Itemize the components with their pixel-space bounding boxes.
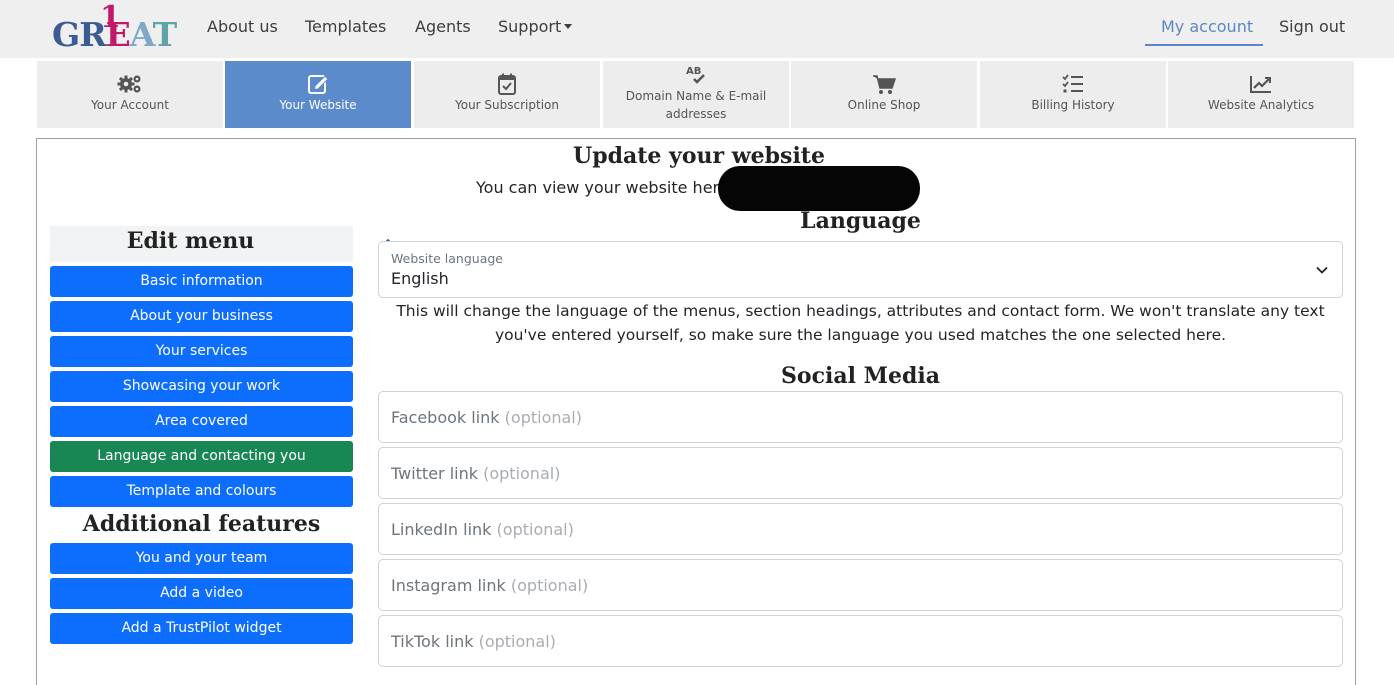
menu-language-contacting[interactable]: Language and contacting you [50,441,353,472]
edit-menu-header[interactable]: Edit menu [50,226,396,262]
tab-online-shop[interactable]: Online Shop [791,61,977,128]
additional-features-title: Additional features [82,511,321,537]
nav-templates[interactable]: Templates [305,17,386,36]
gears-icon [117,75,141,93]
field-placeholder: TikTok link (optional) [391,632,556,651]
tab-website-analytics[interactable]: Website Analytics [1168,61,1354,128]
tab-label: Your Account [91,98,169,112]
tab-label: Online Shop [847,98,921,112]
nav-my-account-label: My account [1161,17,1254,36]
menu-area-covered[interactable]: Area covered [50,406,353,437]
brand-logo[interactable]: GREAT 1 [50,0,177,55]
nav-agents[interactable]: Agents [415,17,471,36]
tab-your-website[interactable]: Your Website [225,61,411,128]
menu-add-trustpilot[interactable]: Add a TrustPilot widget [50,613,353,644]
website-language-select[interactable]: Website language English [378,241,1343,298]
spell-check-icon: AB [686,66,705,84]
chevron-down-icon [1316,266,1328,274]
nav-my-account[interactable]: My account [1145,0,1263,46]
tab-domain-email[interactable]: AB Domain Name & E-mail addresses [603,61,789,128]
top-navbar: GREAT 1 About us Templates Agents Suppor… [0,0,1394,58]
tab-label: Your Website [279,98,357,112]
tiktok-link-input[interactable]: TikTok link (optional) [378,615,1343,667]
nav-support-label: Support [498,17,562,36]
field-placeholder: LinkedIn link (optional) [391,520,574,539]
nav-support[interactable]: Support [498,17,573,36]
tab-your-account[interactable]: Your Account [37,61,223,128]
edit-menu-title: Edit menu [126,228,255,254]
account-tabs: Your Account Your Website Your Subscript… [37,61,1355,128]
language-note: This will change the language of the men… [396,302,1325,344]
tab-your-subscription[interactable]: Your Subscription [414,61,600,128]
menu-showcasing-your-work[interactable]: Showcasing your work [50,371,353,402]
menu-basic-information[interactable]: Basic information [50,266,353,297]
edit-icon [308,75,329,94]
social-media-section-title: Social Media [781,363,940,389]
language-section-title: Language [800,208,921,234]
tab-label: Website Analytics [1207,98,1315,112]
facebook-link-input[interactable]: Facebook link (optional) [378,391,1343,443]
menu-you-and-your-team[interactable]: You and your team [50,543,353,574]
view-website-text: You can view your website here: [476,178,734,197]
menu-your-services[interactable]: Your services [50,336,353,367]
language-selected-value: English [391,269,449,288]
tab-label: Billing History [1031,98,1115,112]
field-placeholder: Facebook link (optional) [391,408,582,427]
cart-icon [873,75,897,94]
tab-label: Domain Name & E-mail addresses [625,89,767,121]
menu-add-video[interactable]: Add a video [50,578,353,609]
field-placeholder: Twitter link (optional) [391,464,561,483]
redacted-website-link [718,166,920,211]
page-title: Update your website [573,143,825,169]
logo-numeral: 1 [100,0,121,35]
tab-billing-history[interactable]: Billing History [980,61,1166,128]
nav-about-us[interactable]: About us [207,17,278,36]
menu-about-your-business[interactable]: About your business [50,301,353,332]
svg-text:AB: AB [686,66,701,77]
linkedin-link-input[interactable]: LinkedIn link (optional) [378,503,1343,555]
chart-line-icon [1250,76,1271,93]
nav-sign-out[interactable]: Sign out [1279,17,1345,36]
field-placeholder: Instagram link (optional) [391,576,589,595]
caret-down-icon [564,24,573,29]
calendar-check-icon [498,73,516,95]
menu-template-colours[interactable]: Template and colours [50,476,353,507]
instagram-link-input[interactable]: Instagram link (optional) [378,559,1343,611]
language-field-label: Website language [391,251,503,266]
list-check-icon [1062,74,1083,93]
tab-label: Your Subscription [455,98,559,112]
twitter-link-input[interactable]: Twitter link (optional) [378,447,1343,499]
